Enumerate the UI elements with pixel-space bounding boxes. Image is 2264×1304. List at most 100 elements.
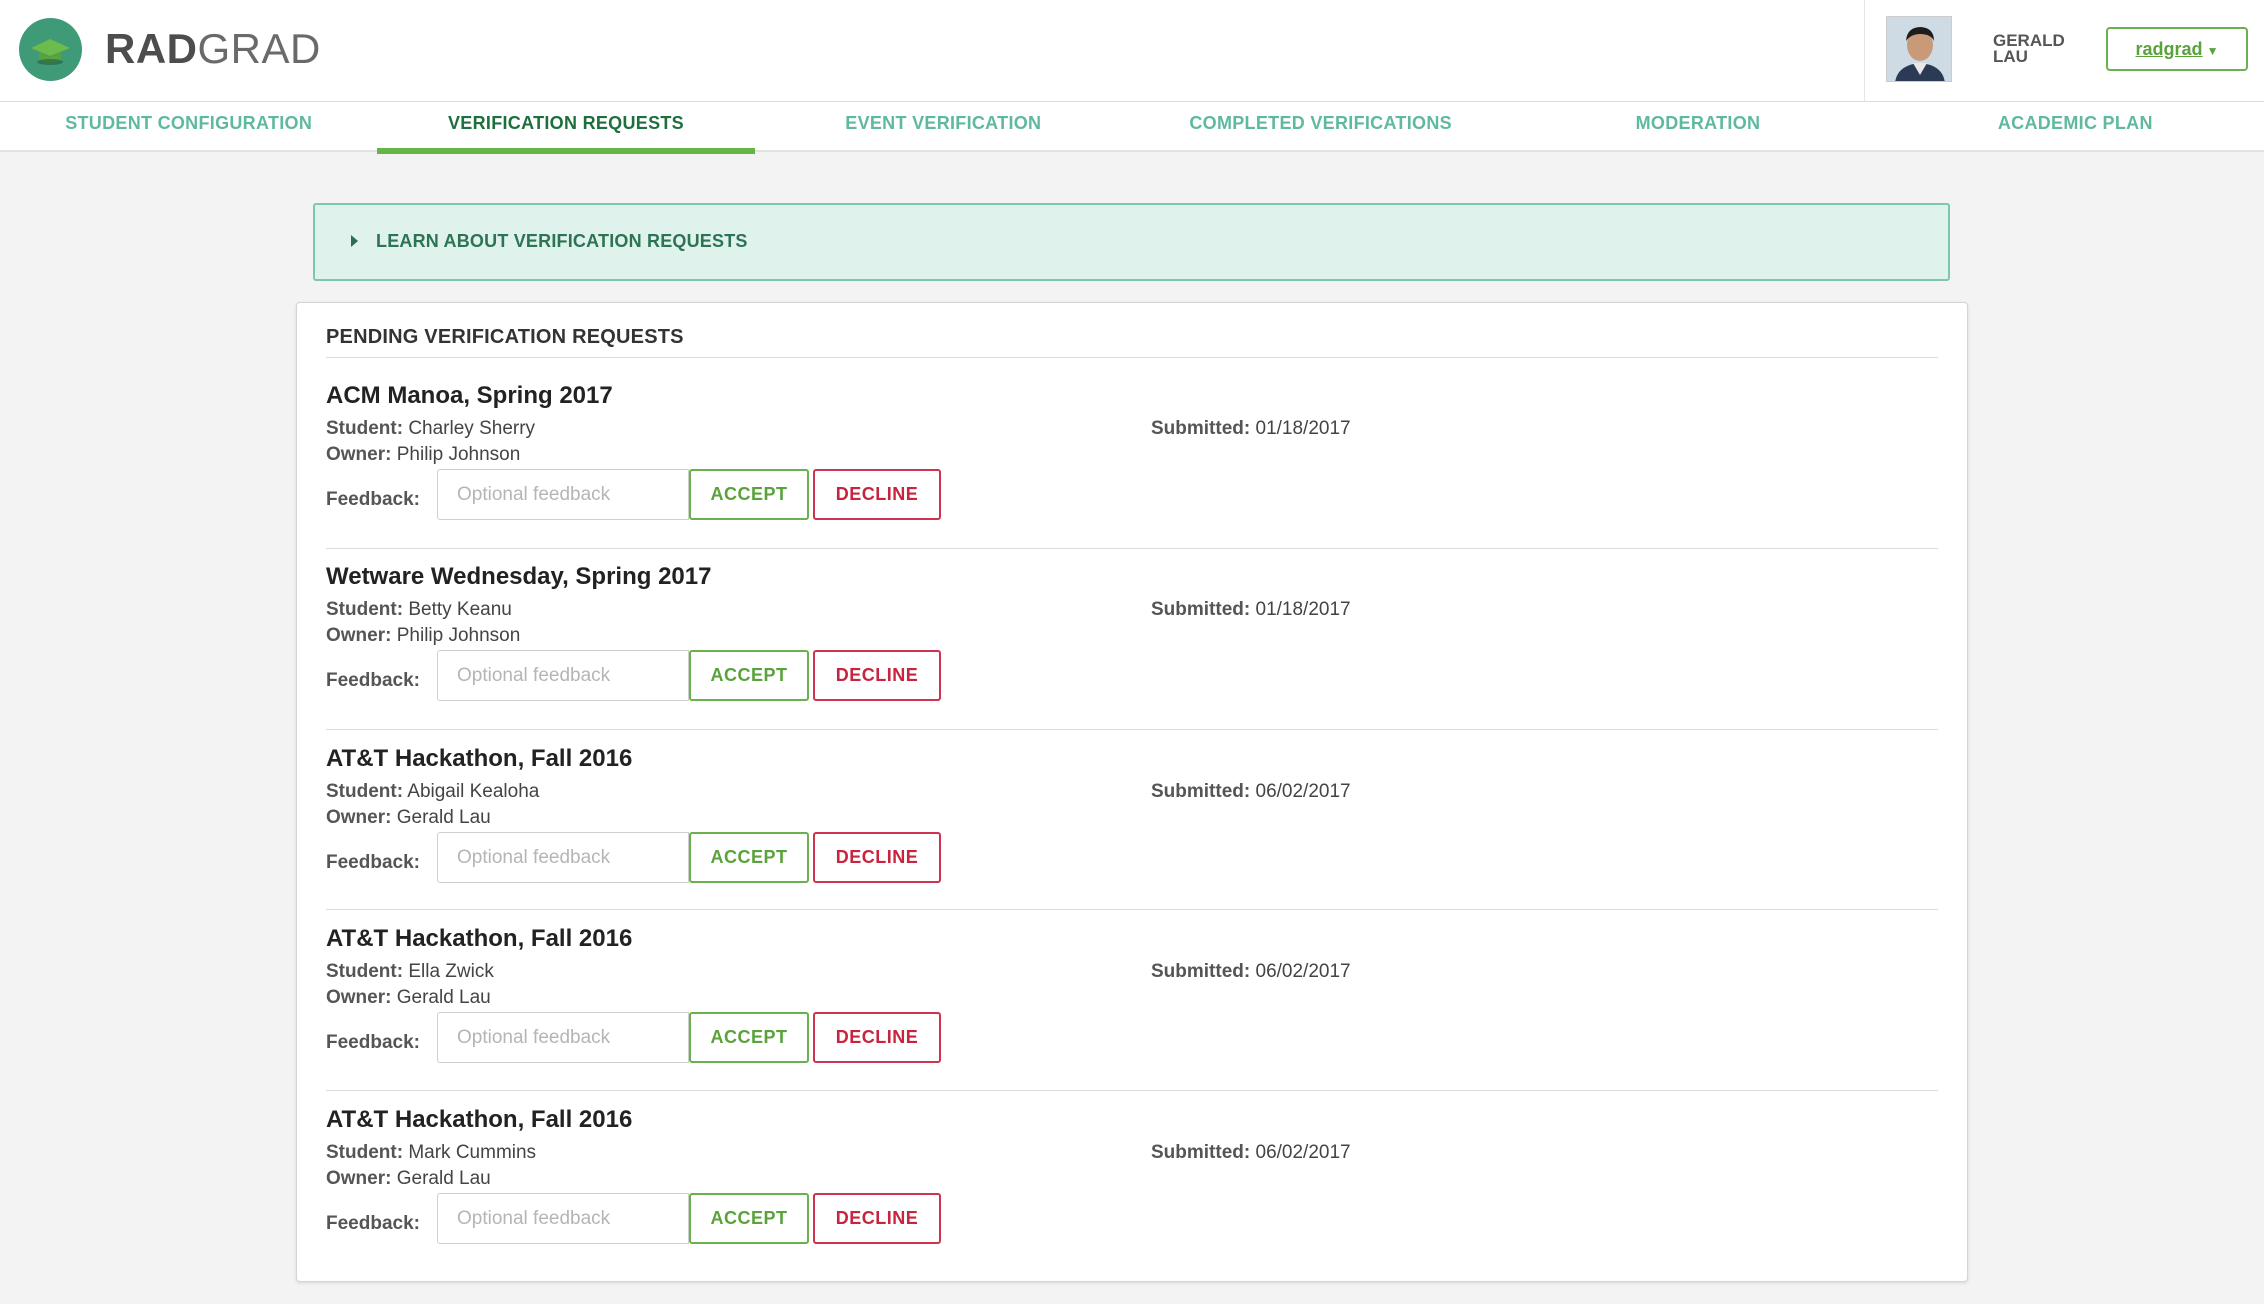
feedback-input[interactable] [437, 832, 689, 883]
request-item: AT&T Hackathon, Fall 2016 Student: Abiga… [326, 745, 1938, 926]
request-title: AT&T Hackathon, Fall 2016 [326, 1106, 633, 1133]
owner-name: Philip Johnson [396, 444, 521, 465]
submitted-date: 06/02/2017 [1255, 1142, 1351, 1163]
accept-button[interactable]: ACCEPT [689, 469, 809, 520]
submitted-label: Submitted: [1151, 1142, 1251, 1163]
feedback-label: Feedback: [326, 1032, 420, 1053]
request-owner: Owner: Philip Johnson [326, 444, 520, 466]
accept-button[interactable]: ACCEPT [689, 650, 809, 701]
tab-event-verification[interactable]: EVENT VERIFICATION [755, 102, 1132, 152]
divider [326, 357, 1938, 358]
feedback-input[interactable] [437, 1012, 689, 1063]
tab-student-configuration[interactable]: STUDENT CONFIGURATION [0, 102, 377, 152]
caret-down-icon: ▼ [2206, 44, 2219, 58]
request-owner: Owner: Gerald Lau [326, 987, 491, 1009]
student-name: Mark Cummins [408, 1142, 537, 1163]
header-divider [1864, 0, 1865, 102]
avatar[interactable] [1886, 16, 1952, 82]
request-title: AT&T Hackathon, Fall 2016 [326, 745, 633, 772]
student-label: Student: [326, 781, 404, 802]
feedback-input[interactable] [437, 1193, 689, 1244]
owner-label: Owner: [326, 444, 392, 465]
request-title: ACM Manoa, Spring 2017 [326, 382, 613, 409]
submitted-date: 01/18/2017 [1255, 599, 1351, 620]
request-title: AT&T Hackathon, Fall 2016 [326, 925, 633, 952]
submitted-date: 06/02/2017 [1255, 961, 1351, 982]
decline-button[interactable]: DECLINE [813, 832, 941, 883]
student-label: Student: [326, 1142, 404, 1163]
request-submitted: Submitted: 01/18/2017 [1151, 599, 1351, 621]
accept-button[interactable]: ACCEPT [689, 1193, 809, 1244]
feedback-label: Feedback: [326, 852, 420, 873]
request-submitted: Submitted: 06/02/2017 [1151, 961, 1351, 983]
feedback-label: Feedback: [326, 670, 420, 691]
request-owner: Owner: Gerald Lau [326, 1168, 491, 1190]
submitted-label: Submitted: [1151, 781, 1251, 802]
accept-button[interactable]: ACCEPT [689, 1012, 809, 1063]
request-owner: Owner: Gerald Lau [326, 807, 491, 829]
owner-name: Gerald Lau [396, 1168, 491, 1189]
user-last-name: LAU [1993, 47, 2028, 66]
request-student: Student: Abigail Kealoha [326, 781, 539, 803]
tab-completed-verifications[interactable]: COMPLETED VERIFICATIONS [1132, 102, 1509, 152]
owner-label: Owner: [326, 1168, 392, 1189]
divider [326, 909, 1938, 910]
request-submitted: Submitted: 06/02/2017 [1151, 781, 1351, 803]
owner-name: Philip Johnson [396, 625, 521, 646]
request-student: Student: Betty Keanu [326, 599, 512, 621]
decline-button[interactable]: DECLINE [813, 1012, 941, 1063]
student-label: Student: [326, 599, 404, 620]
request-submitted: Submitted: 06/02/2017 [1151, 1142, 1351, 1164]
submitted-label: Submitted: [1151, 599, 1251, 620]
feedback-input[interactable] [437, 650, 689, 701]
app-logo-text[interactable]: RADGRAD [105, 20, 321, 78]
divider [326, 729, 1938, 730]
request-student: Student: Ella Zwick [326, 961, 494, 983]
divider [326, 548, 1938, 549]
learn-accordion-label: LEARN ABOUT VERIFICATION REQUESTS [376, 231, 748, 251]
user-menu-label: radgrad [2135, 39, 2203, 59]
tab-verification-requests[interactable]: VERIFICATION REQUESTS [377, 102, 755, 154]
submitted-label: Submitted: [1151, 961, 1251, 982]
request-title: Wetware Wednesday, Spring 2017 [326, 563, 712, 590]
radgrad-logo-icon[interactable] [19, 18, 82, 81]
accept-button[interactable]: ACCEPT [689, 832, 809, 883]
submitted-date: 01/18/2017 [1255, 418, 1351, 439]
divider [326, 1090, 1938, 1091]
owner-label: Owner: [326, 807, 392, 828]
submitted-date: 06/02/2017 [1255, 781, 1351, 802]
user-menu-dropdown[interactable]: radgrad ▼ [2106, 27, 2248, 71]
request-item: ACM Manoa, Spring 2017 Student: Charley … [326, 382, 1938, 563]
feedback-label: Feedback: [326, 1213, 420, 1234]
card-title: PENDING VERIFICATION REQUESTS [326, 326, 684, 348]
top-header: RADGRAD GERALD LAU radgrad ▼ [0, 0, 2264, 102]
logo-bold-text: RAD [105, 25, 198, 72]
owner-label: Owner: [326, 625, 392, 646]
tab-moderation[interactable]: MODERATION [1509, 102, 1886, 152]
tab-academic-plan[interactable]: ACADEMIC PLAN [1887, 102, 2264, 152]
feedback-label: Feedback: [326, 489, 420, 510]
student-name: Ella Zwick [408, 961, 494, 982]
request-owner: Owner: Philip Johnson [326, 625, 520, 647]
caret-right-icon [351, 235, 358, 247]
submitted-label: Submitted: [1151, 418, 1251, 439]
decline-button[interactable]: DECLINE [813, 1193, 941, 1244]
request-student: Student: Charley Sherry [326, 418, 535, 440]
request-item: AT&T Hackathon, Fall 2016 Student: Ella … [326, 925, 1938, 1106]
student-name: Betty Keanu [408, 599, 512, 620]
owner-name: Gerald Lau [396, 807, 491, 828]
request-student: Student: Mark Cummins [326, 1142, 536, 1164]
learn-accordion[interactable]: LEARN ABOUT VERIFICATION REQUESTS [313, 203, 1950, 281]
pending-requests-card: PENDING VERIFICATION REQUESTS ACM Manoa,… [296, 302, 1968, 1282]
student-name: Charley Sherry [408, 418, 536, 439]
main-nav: STUDENT CONFIGURATION VERIFICATION REQUE… [0, 102, 2264, 154]
student-label: Student: [326, 418, 404, 439]
request-submitted: Submitted: 01/18/2017 [1151, 418, 1351, 440]
user-name: GERALD LAU [1993, 32, 2113, 66]
request-item: Wetware Wednesday, Spring 2017 Student: … [326, 563, 1938, 744]
request-item: AT&T Hackathon, Fall 2016 Student: Mark … [326, 1106, 1938, 1287]
owner-name: Gerald Lau [396, 987, 491, 1008]
feedback-input[interactable] [437, 469, 689, 520]
decline-button[interactable]: DECLINE [813, 650, 941, 701]
decline-button[interactable]: DECLINE [813, 469, 941, 520]
